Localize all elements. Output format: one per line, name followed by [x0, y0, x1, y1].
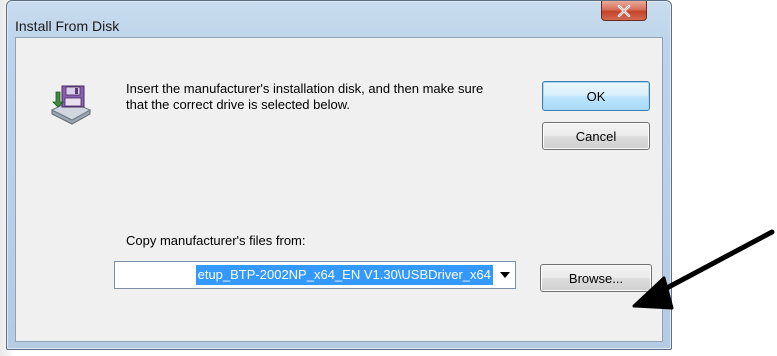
chevron-down-icon[interactable] — [499, 271, 511, 279]
window-title: Install From Disk — [15, 18, 120, 34]
path-input-viewport[interactable]: etup_BTP-2002NP_x64_EN V1.30\USBDriver_x… — [117, 265, 493, 285]
source-path-combobox[interactable]: etup_BTP-2002NP_x64_EN V1.30\USBDriver_x… — [114, 261, 516, 289]
instruction-text: Insert the manufacturer's installation d… — [126, 81, 484, 112]
ok-button[interactable]: OK — [542, 81, 650, 111]
close-button[interactable] — [601, 1, 647, 21]
title-bar[interactable]: Install From Disk — [7, 1, 671, 37]
floppy-disk-install-icon — [50, 85, 92, 125]
dialog-body: Insert the manufacturer's installation d… — [15, 37, 663, 342]
close-x-icon — [617, 4, 631, 17]
path-input-value[interactable]: etup_BTP-2002NP_x64_EN V1.30\USBDriver_x… — [195, 265, 493, 285]
arrow-pointer-icon — [632, 229, 775, 310]
cancel-button[interactable]: Cancel — [542, 122, 650, 150]
copy-from-label: Copy manufacturer's files from: — [126, 233, 306, 248]
install-from-disk-dialog: Install From Disk Insert the manufacture… — [6, 0, 672, 350]
